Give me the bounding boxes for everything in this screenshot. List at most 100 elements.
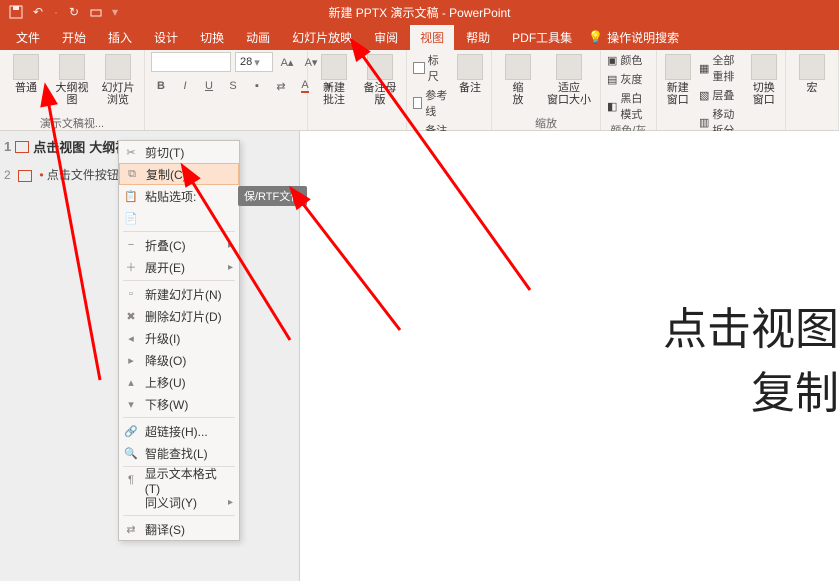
strike-icon[interactable]: S bbox=[223, 76, 243, 96]
ctx-demote[interactable]: ▸降级(O) bbox=[119, 349, 239, 371]
delete-slide-icon: ✖ bbox=[123, 308, 139, 324]
notes-button[interactable]: 备注 bbox=[455, 52, 485, 94]
shadow-icon[interactable]: ▪ bbox=[247, 76, 267, 96]
blackwhite-button[interactable]: ◧黑白模式 bbox=[607, 90, 650, 122]
ctx-smartfind[interactable]: 🔍智能查找(L) bbox=[119, 442, 239, 464]
context-menu: ✂剪切(T) ⧉复制(C) 📋粘贴选项: 📄 −折叠(C)▸ ＋展开(E)▸ ▫… bbox=[118, 140, 240, 541]
paste-icon: 📋 bbox=[123, 188, 139, 204]
group-show: 标尺 参考线 备注栏 备注 显示 bbox=[407, 50, 492, 130]
outline-view-button[interactable]: 大纲视图 bbox=[52, 52, 92, 106]
grayscale-button[interactable]: ▤灰度 bbox=[607, 71, 650, 87]
palette-icon: ▣ bbox=[607, 54, 617, 67]
ctx-showformat[interactable]: ¶显示文本格式(T) bbox=[119, 469, 239, 491]
group-macro: 宏 bbox=[786, 50, 839, 130]
chevron-right-icon: ▸ bbox=[228, 240, 233, 251]
notes-master-button[interactable]: 备注母版 bbox=[360, 52, 400, 106]
tab-insert[interactable]: 插入 bbox=[98, 25, 142, 50]
tab-review[interactable]: 审阅 bbox=[364, 25, 408, 50]
qa-overflow-icon[interactable]: ▾ bbox=[112, 5, 118, 19]
bulb-icon: 💡 bbox=[588, 30, 603, 44]
gray-icon: ▤ bbox=[607, 73, 617, 86]
chevron-right-icon: ▸ bbox=[228, 497, 233, 508]
ctx-cut[interactable]: ✂剪切(T) bbox=[119, 141, 239, 163]
slide-canvas[interactable]: 点击视图 复制 bbox=[300, 131, 839, 581]
group-zoom: 缩 放 适应 窗口大小 缩放 bbox=[492, 50, 601, 130]
ctx-promote[interactable]: ◂升级(I) bbox=[119, 327, 239, 349]
promote-icon: ◂ bbox=[123, 330, 139, 346]
title-bar: ↶ · ↻ ▾ 新建 PPTX 演示文稿 - PowerPoint bbox=[0, 0, 839, 24]
tab-pdf[interactable]: PDF工具集 bbox=[502, 25, 582, 50]
ctx-paste[interactable]: 📋粘贴选项: bbox=[119, 185, 239, 207]
clipboard-icon: 📄 bbox=[123, 210, 139, 226]
bold-icon[interactable]: B bbox=[151, 76, 171, 96]
ctx-moveup[interactable]: ▴上移(U) bbox=[119, 371, 239, 393]
slide-text: 点击视图 复制 bbox=[663, 293, 839, 421]
new-slide-icon: ▫ bbox=[123, 286, 139, 302]
slidesorter-button[interactable]: 幻灯片浏览 bbox=[98, 52, 138, 106]
bw-icon: ◧ bbox=[607, 100, 617, 113]
undo-icon[interactable]: ↶ bbox=[30, 4, 46, 20]
group-views-label: 演示文稿视... bbox=[6, 115, 138, 129]
slide-thumb-icon bbox=[15, 141, 29, 153]
redo-icon[interactable]: ↻ bbox=[66, 4, 82, 20]
group-color: ▣颜色 ▤灰度 ◧黑白模式 颜色/灰度 bbox=[601, 50, 657, 130]
ribbon: 普通 大纲视图 幻灯片浏览 演示文稿视... 28▾ A▴ A▾ ◢ B I U… bbox=[0, 50, 839, 131]
tab-transition[interactable]: 切换 bbox=[190, 25, 234, 50]
arrange-icon: ▦ bbox=[699, 62, 709, 75]
link-icon: 🔗 bbox=[123, 423, 139, 439]
group-window: 新建窗口 ▦全部重排 ▧层叠 ▥移动拆分 切换窗口 bbox=[657, 50, 786, 130]
tab-file[interactable]: 文件 bbox=[6, 25, 50, 50]
group-views: 普通 大纲视图 幻灯片浏览 演示文稿视... bbox=[0, 50, 145, 130]
color-mode-button[interactable]: ▣颜色 bbox=[607, 52, 650, 68]
ctx-expand[interactable]: ＋展开(E)▸ bbox=[119, 256, 239, 278]
expand-icon: ＋ bbox=[123, 259, 139, 275]
copy-icon: ⧉ bbox=[124, 166, 140, 182]
gridlines-checkbox[interactable]: 参考线 bbox=[413, 87, 449, 119]
ctx-hyperlink[interactable]: 🔗超链接(H)... bbox=[119, 420, 239, 442]
smart-icon: 🔍 bbox=[123, 445, 139, 461]
touchmode-icon[interactable] bbox=[88, 4, 104, 20]
tab-animation[interactable]: 动画 bbox=[236, 25, 280, 50]
new-comment-button[interactable]: 新建 批注 bbox=[314, 52, 354, 106]
zoom-button[interactable]: 缩 放 bbox=[498, 52, 538, 106]
ctx-copy[interactable]: ⧉复制(C) bbox=[119, 163, 239, 185]
tab-home[interactable]: 开始 bbox=[52, 25, 96, 50]
underline-icon[interactable]: U bbox=[199, 76, 219, 96]
ctx-newslide[interactable]: ▫新建幻灯片(N) bbox=[119, 283, 239, 305]
ctx-delslide[interactable]: ✖删除幻灯片(D) bbox=[119, 305, 239, 327]
chevron-right-icon: ▸ bbox=[228, 262, 233, 273]
tab-help[interactable]: 帮助 bbox=[456, 25, 500, 50]
tab-slideshow[interactable]: 幻灯片放映 bbox=[282, 25, 362, 50]
cascade-button[interactable]: ▧层叠 bbox=[699, 87, 743, 103]
font-family-select[interactable] bbox=[151, 52, 231, 72]
group-comments: 新建 批注 备注母版 bbox=[308, 50, 407, 130]
search-box[interactable]: 💡 操作说明搜索 bbox=[588, 29, 679, 46]
demote-icon: ▸ bbox=[123, 352, 139, 368]
collapse-icon: − bbox=[123, 237, 139, 253]
ctx-synonym[interactable]: 同义词(Y)▸ bbox=[119, 491, 239, 513]
tab-design[interactable]: 设计 bbox=[144, 25, 188, 50]
italic-icon[interactable]: I bbox=[175, 76, 195, 96]
increase-font-icon[interactable]: A▴ bbox=[277, 52, 297, 72]
tab-view[interactable]: 视图 bbox=[410, 25, 454, 50]
ctx-movedown[interactable]: ▾下移(W) bbox=[119, 393, 239, 415]
group-zoom-label: 缩放 bbox=[498, 115, 594, 129]
font-size-select[interactable]: 28▾ bbox=[235, 52, 273, 72]
fit-window-button[interactable]: 适应 窗口大小 bbox=[544, 52, 594, 106]
moveup-icon: ▴ bbox=[123, 374, 139, 390]
arrange-all-button[interactable]: ▦全部重排 bbox=[699, 52, 743, 84]
ruler-checkbox[interactable]: 标尺 bbox=[413, 52, 449, 84]
ctx-collapse[interactable]: −折叠(C)▸ bbox=[119, 234, 239, 256]
ctx-translate[interactable]: ⇄翻译(S) bbox=[119, 518, 239, 540]
macro-button[interactable]: 宏 bbox=[792, 52, 832, 94]
save-icon[interactable] bbox=[8, 4, 24, 20]
paste-option-tooltip: 保/RTF文件 bbox=[238, 186, 307, 206]
new-window-button[interactable]: 新建窗口 bbox=[663, 52, 693, 106]
spacing-icon[interactable]: ⇄ bbox=[271, 76, 291, 96]
format-icon: ¶ bbox=[123, 472, 139, 488]
split-icon: ▥ bbox=[699, 116, 709, 129]
ctx-paste-special[interactable]: 📄 bbox=[119, 207, 239, 229]
slide-thumb-icon bbox=[18, 170, 32, 182]
normal-view-button[interactable]: 普通 bbox=[6, 52, 46, 94]
switch-window-button[interactable]: 切换窗口 bbox=[749, 52, 779, 106]
